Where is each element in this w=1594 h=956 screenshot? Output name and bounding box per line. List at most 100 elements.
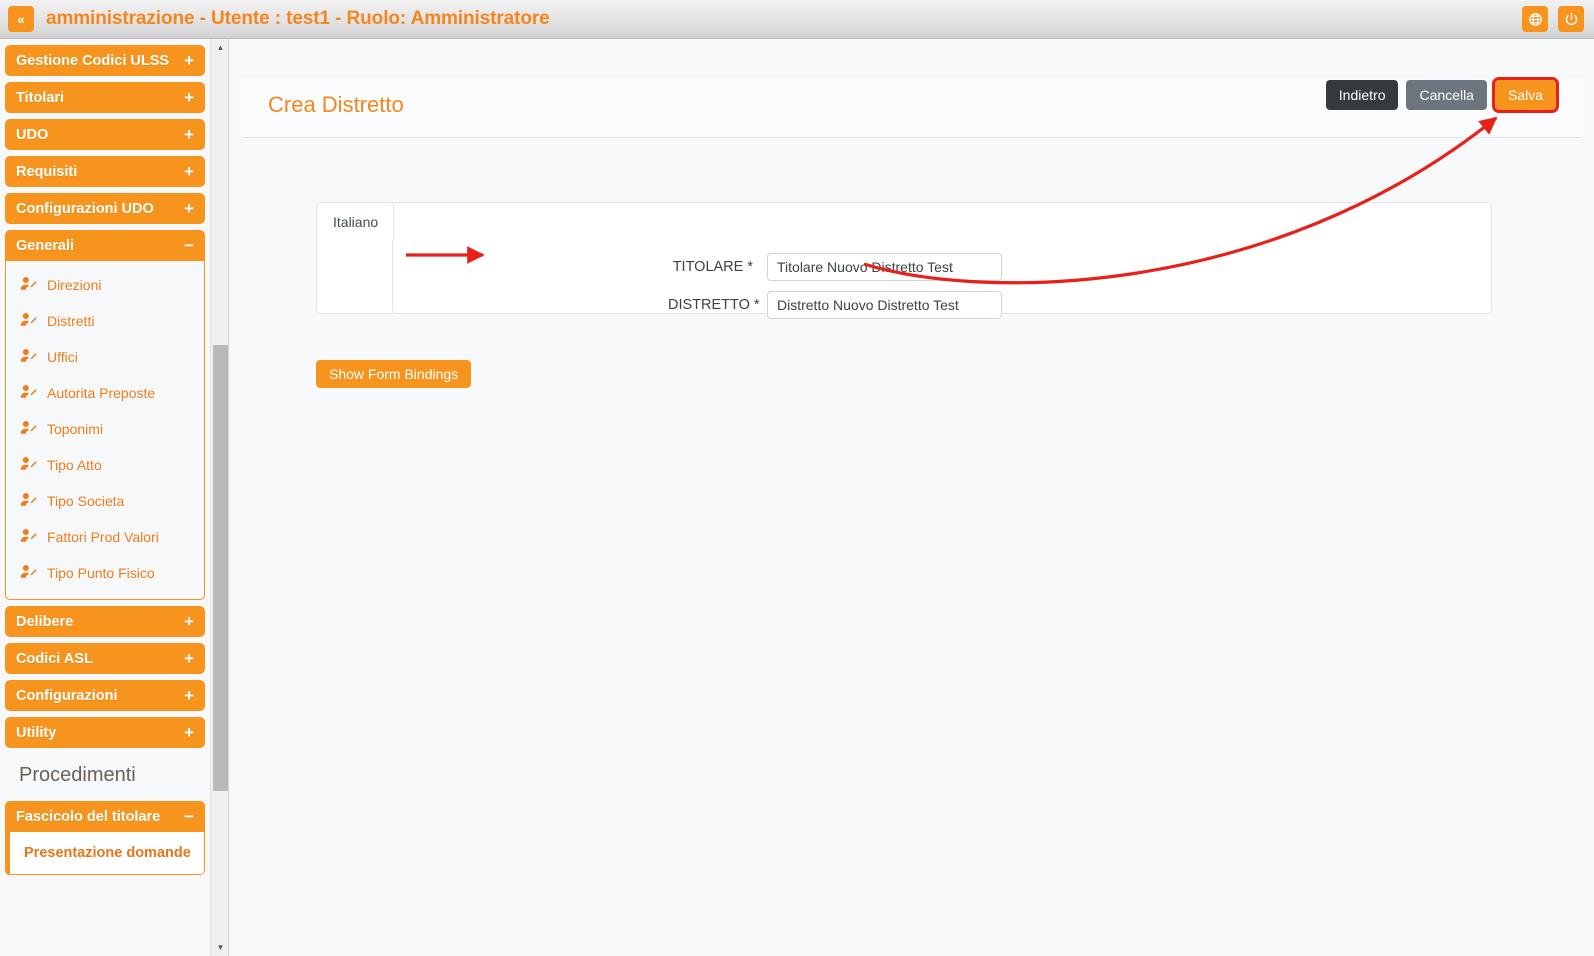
sidebar-group-header[interactable]: Utility +	[5, 717, 205, 748]
language-globe-icon[interactable]	[1522, 6, 1548, 32]
sidebar-item-label: Distretti	[47, 313, 94, 329]
user-edit-icon	[20, 492, 37, 510]
power-logout-icon[interactable]	[1558, 6, 1584, 32]
sidebar-item-tipo-punto-fisico[interactable]: Tipo Punto Fisico	[6, 555, 204, 591]
page-title: Crea Distretto	[268, 92, 404, 118]
sidebar-group-header[interactable]: Requisiti +	[5, 156, 205, 187]
sidebar-item-label: Autorita Preposte	[47, 385, 155, 401]
expand-plus-icon: +	[184, 724, 194, 741]
sidebar-scrollbar-thumb[interactable]	[213, 345, 228, 791]
sidebar-group-requisiti[interactable]: Requisiti +	[5, 156, 205, 187]
sidebar-item-label: Tipo Societa	[47, 493, 124, 509]
sidebar-group-header[interactable]: Generali −	[5, 230, 205, 261]
expand-plus-icon: +	[184, 650, 194, 667]
expand-plus-icon: +	[184, 200, 194, 217]
sidebar-item-label: Fattori Prod Valori	[47, 529, 159, 545]
expand-plus-icon: +	[184, 126, 194, 143]
titolare-input[interactable]	[767, 253, 1002, 281]
sidebar-group-header[interactable]: Gestione Codici ULSS +	[5, 45, 205, 76]
sidebar-item-direzioni[interactable]: Direzioni	[6, 267, 204, 303]
sidebar-item-tipo-atto[interactable]: Tipo Atto	[6, 447, 204, 483]
app-header-bar: « amministrazione - Utente : test1 - Ruo…	[0, 0, 1594, 39]
tab-italiano[interactable]: Italiano	[316, 202, 394, 240]
sidebar-item-label: Direzioni	[47, 277, 101, 293]
sidebar-group-label: Titolari	[16, 90, 64, 106]
sidebar-item-fattori-prod-valori[interactable]: Fattori Prod Valori	[6, 519, 204, 555]
sidebar-item-label: Tipo Atto	[47, 457, 102, 473]
sidebar-group-titolari[interactable]: Titolari +	[5, 82, 205, 113]
sidebar-group-label: Requisiti	[16, 164, 77, 180]
sidebar-item-label: Tipo Punto Fisico	[47, 565, 155, 581]
sidebar-group-generali[interactable]: Generali − Direzioni	[5, 230, 205, 600]
sidebar-group-label: Fascicolo del titolare	[16, 809, 160, 825]
sidebar-item-toponimi[interactable]: Toponimi	[6, 411, 204, 447]
save-button[interactable]: Salva	[1495, 80, 1556, 110]
sidebar-group-header[interactable]: Titolari +	[5, 82, 205, 113]
distretto-label: DISTRETTO *	[668, 297, 753, 313]
expand-plus-icon: +	[184, 687, 194, 704]
sidebar-item-label: Toponimi	[47, 421, 103, 437]
page-action-buttons: Indietro Cancella Salva	[1326, 80, 1556, 110]
cancel-button[interactable]: Cancella	[1406, 80, 1486, 110]
sidebar-group-header[interactable]: Configurazioni UDO +	[5, 193, 205, 224]
expand-plus-icon: +	[184, 89, 194, 106]
scroll-up-arrow-icon[interactable]: ▲	[211, 39, 230, 56]
sidebar-group-label: Utility	[16, 725, 56, 741]
sidebar-item-label: Uffici	[47, 349, 78, 365]
sidebar-group-utility[interactable]: Utility +	[5, 717, 205, 748]
sidebar-group-header[interactable]: Fascicolo del titolare −	[5, 801, 205, 832]
sidebar-section-procedimenti: Procedimenti	[5, 748, 205, 801]
expand-plus-icon: +	[184, 52, 194, 69]
form-row-distretto: DISTRETTO *	[668, 291, 1002, 319]
sidebar-navigation: Gestione Codici ULSS + Titolari + UDO + …	[0, 39, 210, 956]
user-edit-icon	[20, 276, 37, 294]
sidebar-group-udo[interactable]: UDO +	[5, 119, 205, 150]
collapse-minus-icon: −	[184, 237, 194, 254]
user-edit-icon	[20, 528, 37, 546]
sidebar-group-label: Configurazioni	[16, 688, 118, 704]
sidebar-collapse-icon[interactable]: «	[8, 6, 34, 32]
sidebar-group-label: Codici ASL	[16, 651, 93, 667]
sidebar-scrollbar[interactable]: ▲ ▼	[210, 39, 229, 956]
distretto-input[interactable]	[767, 291, 1002, 319]
main-content-area: Crea Distretto Indietro Cancella Salva I…	[230, 39, 1594, 956]
sidebar-group-configurazioni-udo[interactable]: Configurazioni UDO +	[5, 193, 205, 224]
back-button[interactable]: Indietro	[1326, 80, 1399, 110]
sidebar-group-codici-asl[interactable]: Codici ASL +	[5, 643, 205, 674]
form-panel: TITOLARE * DISTRETTO *	[392, 202, 1492, 314]
header-icon-group	[1522, 6, 1584, 32]
sidebar-item-distretti[interactable]: Distretti	[6, 303, 204, 339]
sidebar-group-configurazioni[interactable]: Configurazioni +	[5, 680, 205, 711]
sidebar-group-label: Delibere	[16, 614, 73, 630]
user-edit-icon	[20, 384, 37, 402]
sidebar-group-label: UDO	[16, 127, 48, 143]
sidebar-group-label: Configurazioni UDO	[16, 201, 154, 217]
app-title: amministrazione - Utente : test1 - Ruolo…	[46, 8, 550, 30]
sidebar-submenu-generali: Direzioni Distretti	[5, 261, 205, 600]
sidebar-group-header[interactable]: Delibere +	[5, 606, 205, 637]
expand-plus-icon: +	[184, 163, 194, 180]
user-edit-icon	[20, 312, 37, 330]
titolare-label: TITOLARE *	[668, 259, 753, 275]
sidebar-item-presentazione-domande[interactable]: Presentazione domande	[6, 832, 204, 874]
sidebar-group-gestione-codici-ulss[interactable]: Gestione Codici ULSS +	[5, 45, 205, 76]
user-edit-icon	[20, 420, 37, 438]
collapse-minus-icon: −	[184, 808, 194, 825]
user-edit-icon	[20, 348, 37, 366]
scroll-down-arrow-icon[interactable]: ▼	[211, 939, 230, 956]
sidebar-group-delibere[interactable]: Delibere +	[5, 606, 205, 637]
user-edit-icon	[20, 564, 37, 582]
sidebar-item-tipo-societa[interactable]: Tipo Societa	[6, 483, 204, 519]
sidebar-item-autorita-preposte[interactable]: Autorita Preposte	[6, 375, 204, 411]
form-panel-left-edge	[316, 239, 394, 314]
sidebar-item-uffici[interactable]: Uffici	[6, 339, 204, 375]
sidebar-group-fascicolo-del-titolare[interactable]: Fascicolo del titolare − Presentazione d…	[5, 801, 205, 875]
sidebar-group-header[interactable]: Codici ASL +	[5, 643, 205, 674]
sidebar-group-header[interactable]: Configurazioni +	[5, 680, 205, 711]
sidebar-submenu-fascicolo: Presentazione domande	[5, 832, 205, 875]
sidebar-group-label: Gestione Codici ULSS	[16, 53, 169, 69]
sidebar-group-label: Generali	[16, 238, 74, 254]
sidebar-group-header[interactable]: UDO +	[5, 119, 205, 150]
expand-plus-icon: +	[184, 613, 194, 630]
show-form-bindings-button[interactable]: Show Form Bindings	[316, 360, 471, 388]
